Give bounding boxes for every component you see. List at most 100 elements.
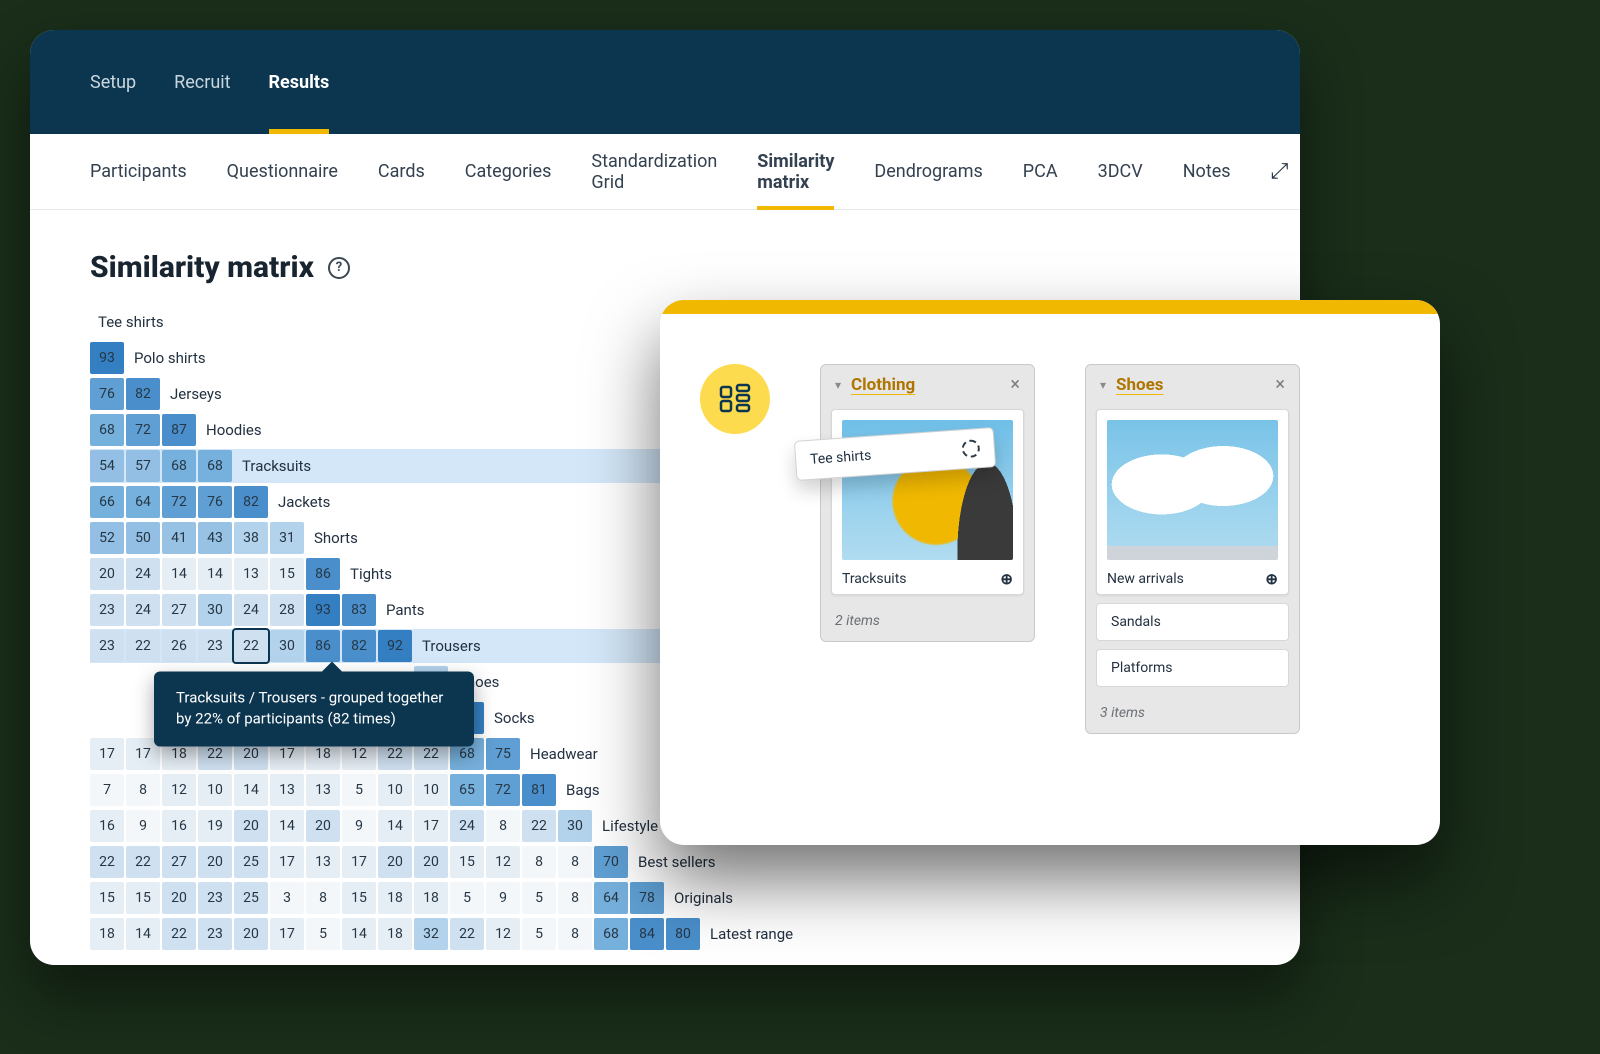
matrix-cell[interactable]: 12 <box>486 918 520 950</box>
matrix-cell[interactable]: 26 <box>162 630 196 662</box>
matrix-cell[interactable]: 86 <box>306 630 340 662</box>
matrix-cell[interactable]: 87 <box>162 414 196 446</box>
matrix-cell[interactable]: 9 <box>126 810 160 842</box>
matrix-cell[interactable]: 12 <box>162 774 196 806</box>
matrix-cell[interactable]: 92 <box>378 630 412 662</box>
matrix-cell[interactable]: 31 <box>270 522 304 554</box>
matrix-cell[interactable]: 20 <box>90 558 124 590</box>
matrix-cell[interactable]: 24 <box>126 558 160 590</box>
matrix-cell[interactable]: 78 <box>630 882 664 914</box>
matrix-cell[interactable]: 22 <box>126 846 160 878</box>
matrix-cell[interactable]: 66 <box>90 486 124 518</box>
matrix-cell[interactable]: 20 <box>198 846 232 878</box>
matrix-cell[interactable]: 68 <box>90 414 124 446</box>
sort-card-item[interactable]: Sandals <box>1096 603 1289 641</box>
matrix-cell[interactable]: 5 <box>450 882 484 914</box>
sort-card[interactable]: ▾Shoes×New arrivals⊕SandalsPlatforms3 it… <box>1085 364 1300 734</box>
sort-card-title[interactable]: Shoes <box>1116 375 1164 395</box>
matrix-cell[interactable]: 8 <box>306 882 340 914</box>
topnav-tab-setup[interactable]: Setup <box>90 30 136 134</box>
matrix-cell[interactable]: 15 <box>270 558 304 590</box>
matrix-cell[interactable]: 82 <box>126 378 160 410</box>
matrix-cell[interactable]: 20 <box>414 846 448 878</box>
matrix-cell[interactable]: 30 <box>270 630 304 662</box>
matrix-cell[interactable]: 5 <box>522 882 556 914</box>
matrix-cell[interactable]: 9 <box>342 810 376 842</box>
matrix-cell[interactable]: 15 <box>342 882 376 914</box>
matrix-cell[interactable]: 14 <box>198 558 232 590</box>
zoom-icon[interactable]: ⊕ <box>1265 570 1278 588</box>
matrix-cell[interactable]: 12 <box>486 846 520 878</box>
matrix-cell[interactable]: 25 <box>234 846 268 878</box>
matrix-cell[interactable]: 50 <box>126 522 160 554</box>
matrix-cell[interactable]: 75 <box>486 738 520 770</box>
matrix-cell[interactable]: 20 <box>234 918 268 950</box>
matrix-cell[interactable]: 14 <box>378 810 412 842</box>
matrix-cell[interactable]: 8 <box>486 810 520 842</box>
sort-card[interactable]: ▾Clothing×Tracksuits⊕2 items <box>820 364 1035 642</box>
card-menu-icon[interactable]: ▾ <box>1100 378 1106 392</box>
matrix-cell[interactable]: 32 <box>414 918 448 950</box>
matrix-cell[interactable]: 5 <box>522 918 556 950</box>
matrix-cell[interactable]: 14 <box>162 558 196 590</box>
matrix-cell[interactable]: 16 <box>162 810 196 842</box>
matrix-cell[interactable]: 14 <box>234 774 268 806</box>
matrix-cell[interactable]: 22 <box>90 846 124 878</box>
matrix-cell[interactable]: 8 <box>558 846 592 878</box>
matrix-cell[interactable]: 10 <box>378 774 412 806</box>
subnav-item-pca[interactable]: PCA <box>1023 134 1058 209</box>
matrix-cell[interactable]: 18 <box>90 918 124 950</box>
matrix-cell[interactable]: 5 <box>342 774 376 806</box>
close-icon[interactable]: × <box>1275 376 1285 394</box>
matrix-cell[interactable]: 14 <box>270 810 304 842</box>
matrix-cell[interactable]: 8 <box>558 882 592 914</box>
subnav-item-categories[interactable]: Categories <box>465 134 552 209</box>
sort-card-photo[interactable]: New arrivals⊕ <box>1096 409 1289 595</box>
matrix-cell[interactable]: 18 <box>378 918 412 950</box>
matrix-cell[interactable]: 10 <box>414 774 448 806</box>
topnav-tab-recruit[interactable]: Recruit <box>174 30 230 134</box>
matrix-cell[interactable]: 52 <box>90 522 124 554</box>
matrix-cell[interactable]: 3 <box>270 882 304 914</box>
matrix-cell[interactable]: 72 <box>486 774 520 806</box>
matrix-cell[interactable]: 22 <box>234 630 268 662</box>
matrix-cell[interactable]: 24 <box>126 594 160 626</box>
matrix-cell[interactable]: 30 <box>558 810 592 842</box>
matrix-cell[interactable]: 20 <box>306 810 340 842</box>
matrix-cell[interactable]: 93 <box>90 342 124 374</box>
matrix-cell[interactable]: 19 <box>198 810 232 842</box>
matrix-cell[interactable]: 17 <box>342 846 376 878</box>
matrix-cell[interactable]: 18 <box>378 882 412 914</box>
matrix-cell[interactable]: 86 <box>306 558 340 590</box>
matrix-cell[interactable]: 17 <box>414 810 448 842</box>
matrix-cell[interactable]: 20 <box>234 810 268 842</box>
matrix-cell[interactable]: 23 <box>90 630 124 662</box>
matrix-cell[interactable]: 16 <box>90 810 124 842</box>
matrix-cell[interactable]: 15 <box>450 846 484 878</box>
matrix-cell[interactable]: 7 <box>90 774 124 806</box>
matrix-cell[interactable]: 43 <box>198 522 232 554</box>
matrix-cell[interactable]: 23 <box>198 918 232 950</box>
matrix-cell[interactable]: 72 <box>126 414 160 446</box>
matrix-cell[interactable]: 13 <box>234 558 268 590</box>
close-icon[interactable]: × <box>1010 376 1020 394</box>
matrix-cell[interactable]: 24 <box>234 594 268 626</box>
matrix-cell[interactable]: 17 <box>270 846 304 878</box>
matrix-cell[interactable]: 23 <box>90 594 124 626</box>
subnav-item-participants[interactable]: Participants <box>90 134 187 209</box>
matrix-cell[interactable]: 22 <box>126 630 160 662</box>
matrix-cell[interactable]: 8 <box>558 918 592 950</box>
matrix-cell[interactable]: 64 <box>126 486 160 518</box>
matrix-cell[interactable]: 70 <box>594 846 628 878</box>
matrix-cell[interactable]: 83 <box>342 594 376 626</box>
matrix-cell[interactable]: 22 <box>450 918 484 950</box>
matrix-cell[interactable]: 25 <box>234 882 268 914</box>
matrix-cell[interactable]: 18 <box>414 882 448 914</box>
matrix-cell[interactable]: 13 <box>270 774 304 806</box>
matrix-cell[interactable]: 57 <box>126 450 160 482</box>
matrix-cell[interactable]: 72 <box>162 486 196 518</box>
matrix-cell[interactable]: 82 <box>234 486 268 518</box>
matrix-cell[interactable]: 28 <box>270 594 304 626</box>
matrix-cell[interactable]: 76 <box>198 486 232 518</box>
matrix-cell[interactable]: 22 <box>162 918 196 950</box>
